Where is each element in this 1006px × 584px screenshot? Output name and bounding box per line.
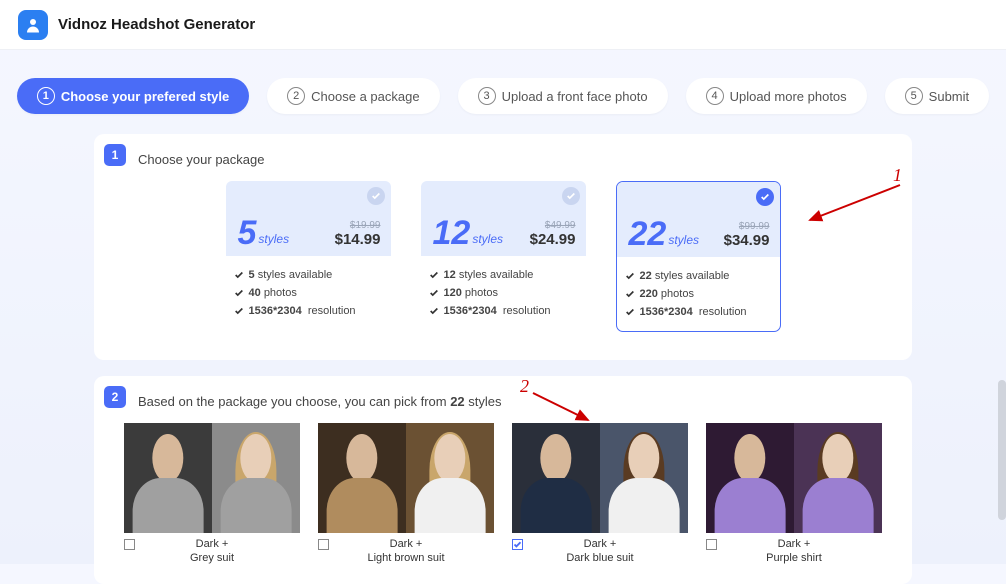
step-label: Upload a front face photo <box>502 89 648 104</box>
step-number: 1 <box>37 87 55 105</box>
step-submit[interactable]: 5 Submit <box>885 78 989 114</box>
package-22-styles[interactable]: 22 styles $99.99 $34.99 22 styles availa… <box>616 181 781 332</box>
check-icon <box>562 187 580 205</box>
package-old-price: $19.99 <box>335 220 381 231</box>
package-styles-label: styles <box>472 232 503 246</box>
check-icon <box>367 187 385 205</box>
style-checkbox[interactable] <box>512 539 523 550</box>
step-label: Upload more photos <box>730 89 847 104</box>
style-thumbnail <box>706 423 882 533</box>
step-label: Submit <box>929 89 969 104</box>
step-number: 2 <box>287 87 305 105</box>
package-new-price: $24.99 <box>530 231 576 248</box>
step-upload-more[interactable]: 4 Upload more photos <box>686 78 867 114</box>
section-badge: 1 <box>104 144 126 166</box>
package-features: 22 styles available 220 photos 1536*2304… <box>617 257 780 331</box>
package-new-price: $14.99 <box>335 231 381 248</box>
style-grey-suit[interactable]: Dark +Grey suit <box>124 423 300 566</box>
style-thumbnail <box>318 423 494 533</box>
package-count: 12 <box>433 216 471 250</box>
step-label: Choose a package <box>311 89 419 104</box>
step-number: 5 <box>905 87 923 105</box>
steps-nav: 1 Choose your prefered style 2 Choose a … <box>0 78 1006 114</box>
package-old-price: $49.99 <box>530 220 576 231</box>
package-features: 5 styles available 40 photos 1536*2304 r… <box>226 256 391 330</box>
styles-subtitle: Based on the package you choose, you can… <box>138 394 888 409</box>
style-label: Dark +Dark blue suit <box>566 537 633 566</box>
style-label: Dark +Grey suit <box>190 537 234 566</box>
package-count: 5 <box>238 216 257 250</box>
package-list: 5 styles $19.99 $14.99 5 styles availabl… <box>118 181 888 332</box>
step-label: Choose your prefered style <box>61 89 229 104</box>
package-5-styles[interactable]: 5 styles $19.99 $14.99 5 styles availabl… <box>226 181 391 332</box>
package-new-price: $34.99 <box>724 232 770 249</box>
scrollbar-thumb[interactable] <box>998 380 1006 520</box>
package-old-price: $99.99 <box>724 221 770 232</box>
package-section: 1 Choose your package 5 styles $19.99 $1… <box>94 134 912 360</box>
step-number: 3 <box>478 87 496 105</box>
style-checkbox[interactable] <box>124 539 135 550</box>
package-styles-label: styles <box>668 233 699 247</box>
style-label: Dark +Purple shirt <box>766 537 822 566</box>
step-choose-package[interactable]: 2 Choose a package <box>267 78 439 114</box>
check-icon <box>756 188 774 206</box>
step-choose-style[interactable]: 1 Choose your prefered style <box>17 78 249 114</box>
section-title: Choose your package <box>138 152 888 167</box>
style-light-brown-suit[interactable]: Dark +Light brown suit <box>318 423 494 566</box>
style-thumbnail <box>512 423 688 533</box>
style-label: Dark +Light brown suit <box>367 537 444 566</box>
style-purple-shirt[interactable]: Dark +Purple shirt <box>706 423 882 566</box>
section-badge: 2 <box>104 386 126 408</box>
styles-list: Dark +Grey suit Dark +Light brown suit D… <box>118 423 888 566</box>
step-number: 4 <box>706 87 724 105</box>
step-upload-front[interactable]: 3 Upload a front face photo <box>458 78 668 114</box>
style-checkbox[interactable] <box>706 539 717 550</box>
package-12-styles[interactable]: 12 styles $49.99 $24.99 12 styles availa… <box>421 181 586 332</box>
top-bar: Vidnoz Headshot Generator <box>0 0 1006 50</box>
style-dark-blue-suit[interactable]: Dark +Dark blue suit <box>512 423 688 566</box>
scrollbar[interactable] <box>998 380 1006 560</box>
style-thumbnail <box>124 423 300 533</box>
package-features: 12 styles available 120 photos 1536*2304… <box>421 256 586 330</box>
styles-section: 2 Based on the package you choose, you c… <box>94 376 912 584</box>
app-title: Vidnoz Headshot Generator <box>58 16 255 33</box>
style-checkbox[interactable] <box>318 539 329 550</box>
logo-icon <box>18 10 48 40</box>
package-styles-label: styles <box>258 232 289 246</box>
package-count: 22 <box>629 217 667 251</box>
